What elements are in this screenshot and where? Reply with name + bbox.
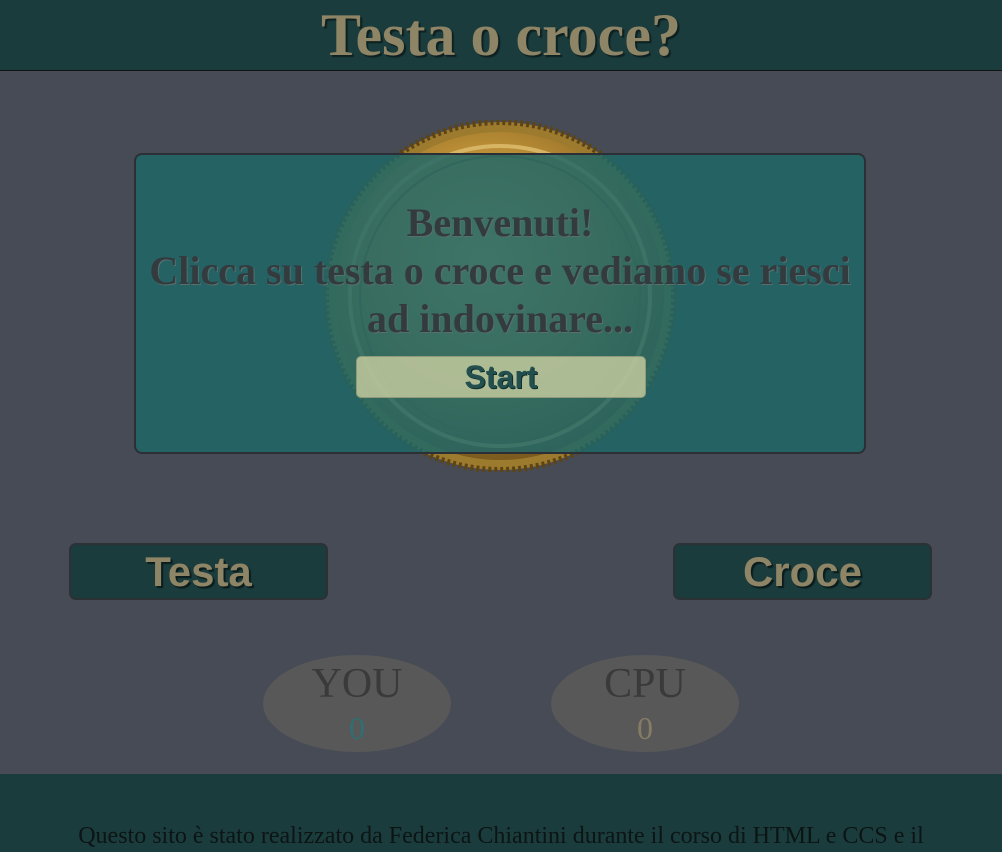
cpu-score-label: CPU — [604, 661, 686, 707]
footer-credits: Questo sito è stato realizzato da Federi… — [78, 823, 924, 849]
cpu-score-badge: CPU 0 — [551, 655, 739, 752]
welcome-heading: Benvenuti! — [406, 200, 594, 245]
player-score-label: YOU — [311, 661, 403, 707]
welcome-dialog: Benvenuti! Clicca su testa o croce e ved… — [134, 153, 866, 454]
welcome-instructions-line1: Clicca su testa o croce e vediamo se rie… — [149, 248, 851, 293]
player-score-badge: YOU 0 — [263, 655, 451, 752]
player-score-value: 0 — [349, 710, 365, 746]
testa-button[interactable]: Testa — [69, 543, 328, 600]
welcome-message: Benvenuti! Clicca su testa o croce e ved… — [136, 199, 864, 343]
croce-button[interactable]: Croce — [673, 543, 932, 600]
page-header: Testa o croce? — [0, 0, 1002, 71]
page-title: Testa o croce? — [321, 2, 681, 68]
welcome-instructions-line2: ad indovinare... — [367, 296, 633, 341]
page-footer: Questo sito è stato realizzato da Federi… — [0, 774, 1002, 852]
cpu-score-value: 0 — [637, 710, 653, 746]
start-button[interactable]: Start — [356, 356, 646, 398]
